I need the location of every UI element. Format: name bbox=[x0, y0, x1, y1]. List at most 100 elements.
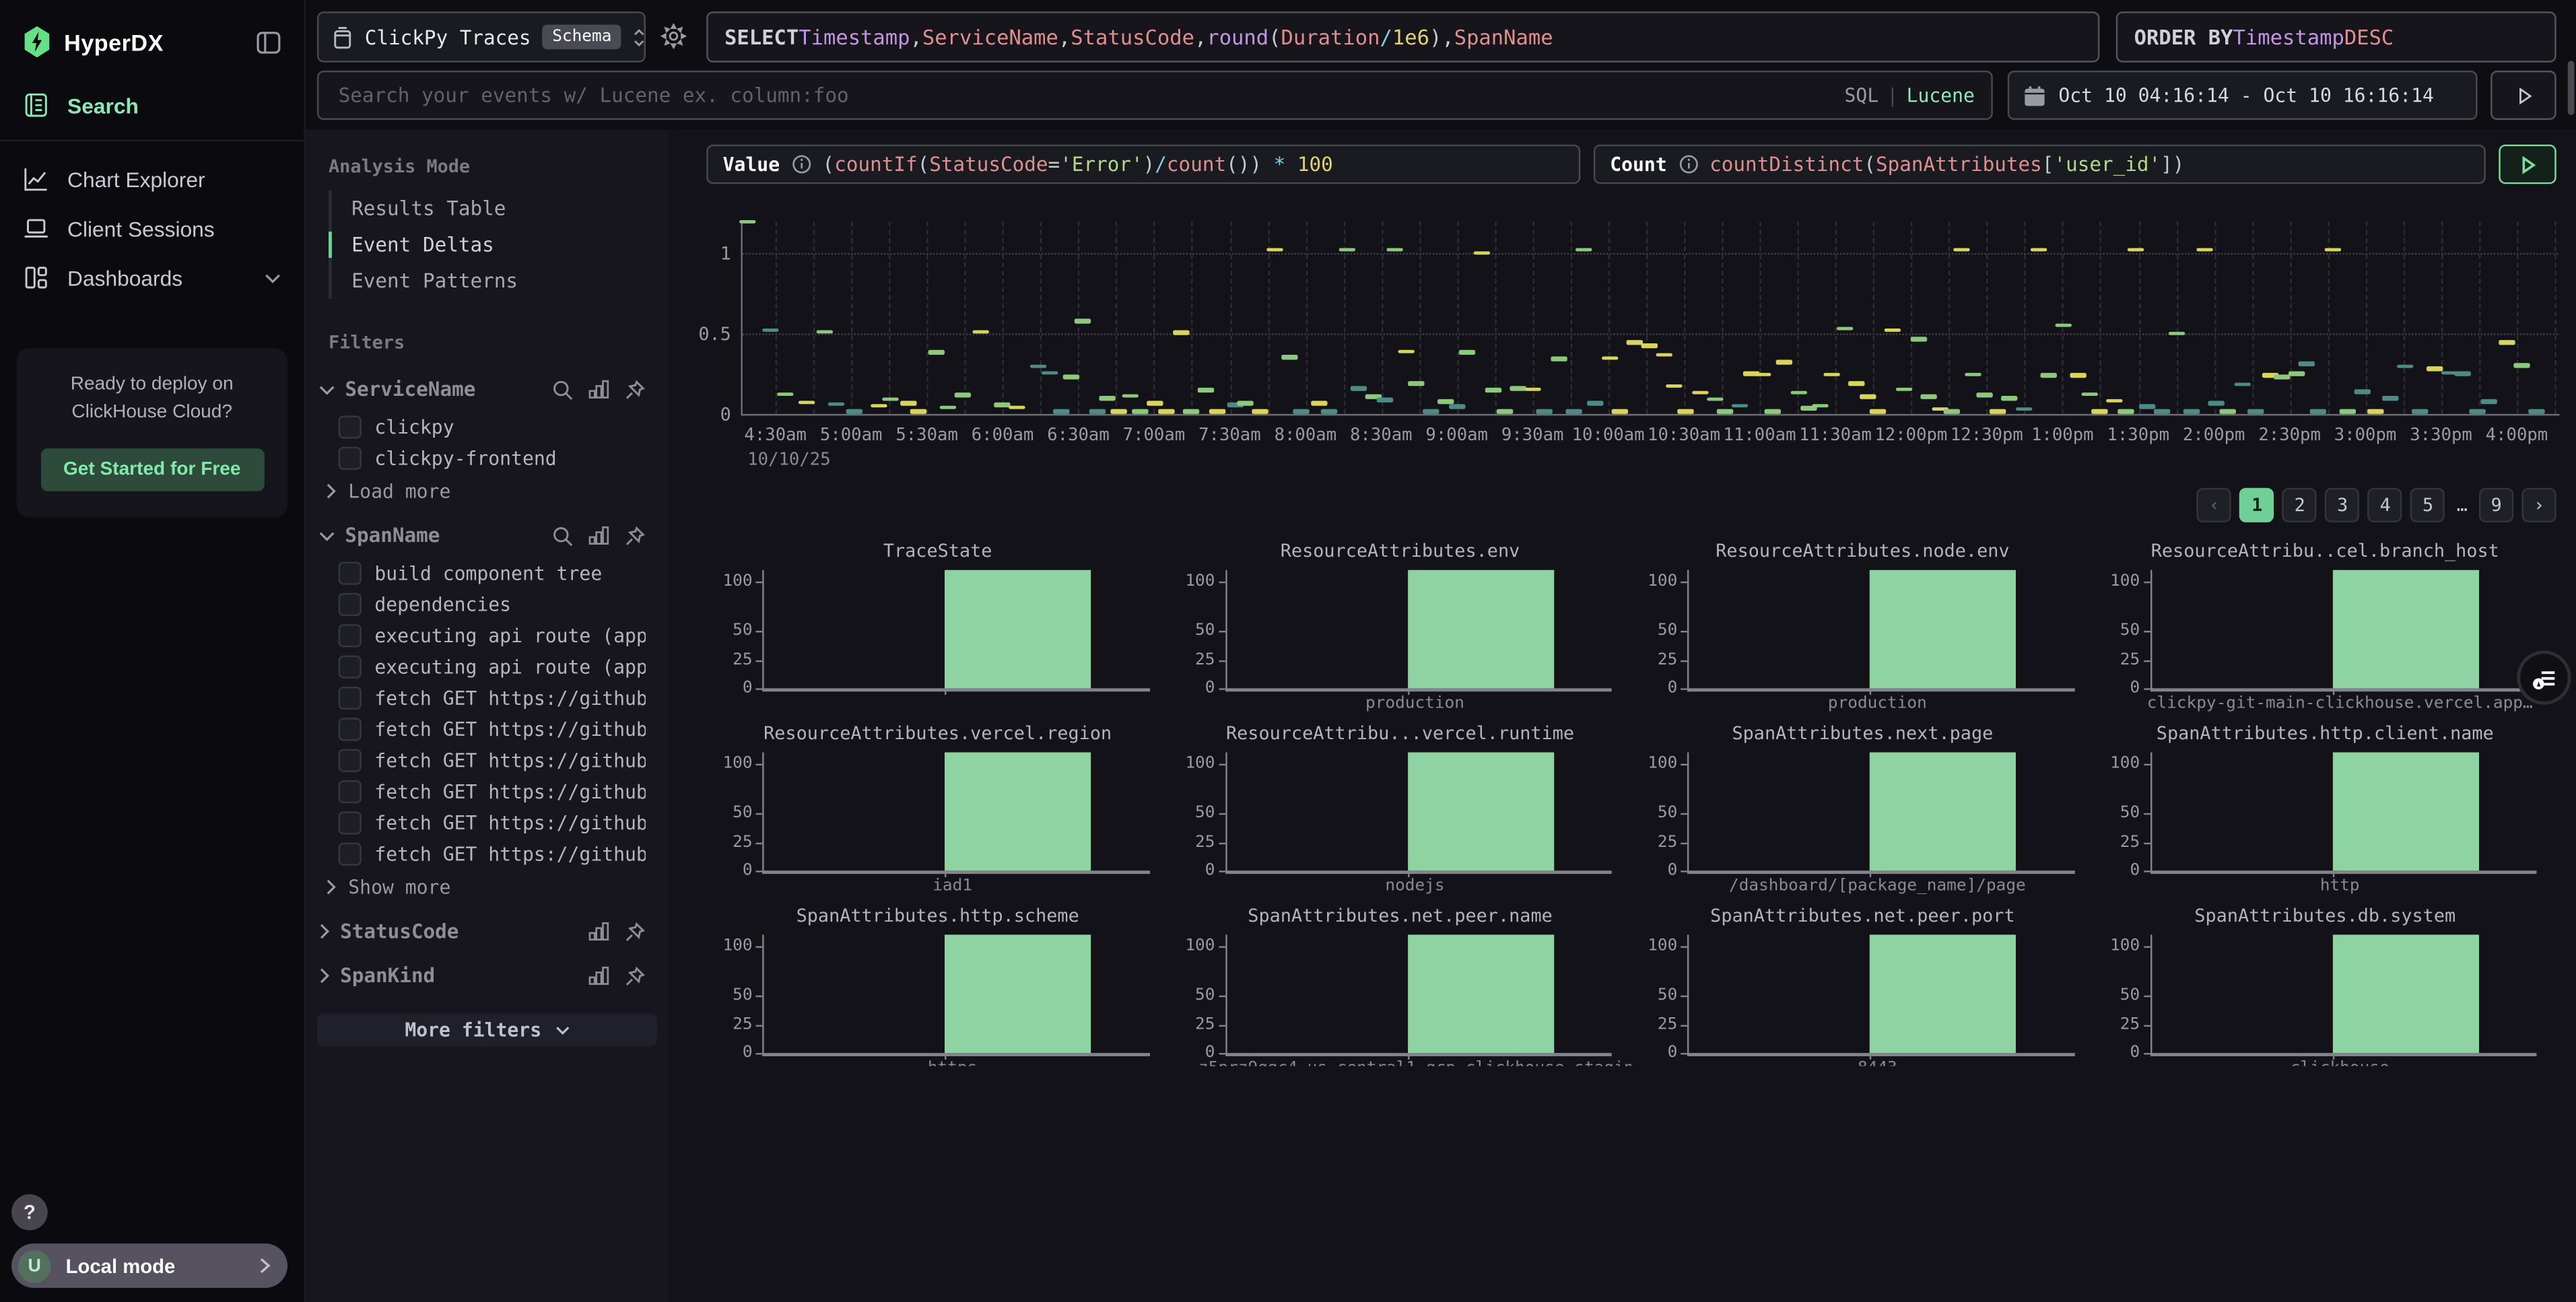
more-filters-button[interactable]: More filters bbox=[317, 1014, 657, 1047]
attribute-bar[interactable] bbox=[1870, 570, 2016, 689]
pin-icon[interactable] bbox=[624, 965, 646, 987]
checkbox[interactable] bbox=[339, 780, 362, 802]
source-select[interactable]: ClickPy Traces Schema bbox=[317, 11, 646, 63]
checkbox[interactable] bbox=[339, 717, 362, 740]
pagination-prev[interactable]: ‹ bbox=[2197, 488, 2231, 522]
checkbox[interactable] bbox=[339, 623, 362, 646]
filter-group-spankind[interactable]: SpanKind bbox=[306, 953, 669, 997]
delta-point bbox=[1122, 394, 1138, 398]
attribute-bar[interactable] bbox=[1407, 753, 1553, 871]
sidebar-collapse-icon[interactable] bbox=[257, 30, 281, 53]
mini-y-tick-mark bbox=[1218, 1053, 1225, 1054]
pagination-page-3[interactable]: 3 bbox=[2326, 488, 2360, 522]
select-query-editor[interactable]: SELECT Timestamp, ServiceName, StatusCod… bbox=[706, 11, 2099, 63]
delta-point bbox=[1943, 409, 1959, 413]
filter-option[interactable]: fetch GET https://github.… bbox=[306, 744, 669, 775]
delta-point bbox=[2513, 363, 2530, 367]
mini-y-tick-mark bbox=[755, 1053, 762, 1054]
gear-icon[interactable] bbox=[660, 23, 687, 49]
checkbox[interactable] bbox=[339, 654, 362, 677]
bars-icon[interactable] bbox=[588, 526, 610, 545]
checkbox[interactable] bbox=[339, 686, 362, 709]
attribute-bar[interactable] bbox=[945, 570, 1091, 689]
attribute-bar[interactable] bbox=[1870, 934, 2016, 1053]
scrollbar-thumb[interactable] bbox=[2568, 61, 2575, 115]
search-input[interactable] bbox=[335, 82, 1831, 108]
help-button[interactable]: ? bbox=[11, 1194, 48, 1231]
pin-icon[interactable] bbox=[624, 921, 646, 943]
checkbox[interactable] bbox=[339, 446, 362, 469]
attribute-bar[interactable] bbox=[1870, 753, 2016, 871]
order-by-editor[interactable]: ORDER BY Timestamp DESC bbox=[2116, 11, 2556, 63]
analysis-mode-event-deltas[interactable]: Event Deltas bbox=[332, 227, 669, 263]
checkbox[interactable] bbox=[339, 811, 362, 833]
checkbox[interactable] bbox=[339, 748, 362, 771]
bars-icon[interactable] bbox=[588, 966, 610, 986]
attribute-bar[interactable] bbox=[945, 934, 1091, 1053]
attribute-bar[interactable] bbox=[945, 753, 1091, 871]
date-range-picker[interactable]: Oct 10 04:16:14 - Oct 10 16:16:14 bbox=[2008, 71, 2478, 120]
deltas-chart-plot[interactable] bbox=[741, 221, 2559, 415]
sql-mode-option[interactable]: SQL bbox=[1845, 83, 1879, 106]
filter-option[interactable]: dependencies bbox=[306, 588, 669, 619]
sidebar-item-client-sessions[interactable]: Client Sessions bbox=[0, 204, 304, 253]
checkbox[interactable] bbox=[339, 842, 362, 865]
pagination-page-9[interactable]: 9 bbox=[2479, 488, 2513, 522]
query-language-toggle[interactable]: SQL|Lucene bbox=[1845, 83, 1975, 106]
filter-option[interactable]: fetch GET https://github.… bbox=[306, 776, 669, 807]
bars-icon[interactable] bbox=[588, 380, 610, 399]
filter-option[interactable]: fetch GET https://github.… bbox=[306, 837, 669, 868]
filter-group-spanname[interactable]: SpanName bbox=[306, 512, 669, 557]
attribute-bar[interactable] bbox=[1407, 570, 1553, 689]
filter-option[interactable]: clickpy-frontend bbox=[306, 442, 669, 473]
lucene-mode-option[interactable]: Lucene bbox=[1907, 83, 1975, 106]
magnifier-icon[interactable] bbox=[552, 525, 574, 547]
sidebar-item-dashboards[interactable]: Dashboards bbox=[0, 253, 304, 302]
mini-y-tick-label: 100 bbox=[1648, 755, 1677, 774]
delta-point bbox=[1340, 247, 1356, 251]
filter-group-servicename[interactable]: ServiceName bbox=[306, 366, 669, 411]
attribute-bar[interactable] bbox=[2332, 753, 2478, 871]
filter-option[interactable]: executing api route (app)… bbox=[306, 619, 669, 650]
local-mode-label: Local mode bbox=[66, 1254, 244, 1277]
checkbox[interactable] bbox=[339, 415, 362, 438]
sidebar-item-search[interactable]: Search bbox=[0, 81, 304, 130]
filter-option[interactable]: build component tree bbox=[306, 557, 669, 588]
attribute-bar[interactable] bbox=[2332, 570, 2478, 689]
sidebar-item-chart-explorer[interactable]: Chart Explorer bbox=[0, 154, 304, 203]
attribute-chart-title: SpanAttributes.net.peer.port bbox=[1631, 905, 2094, 926]
filter-group-statuscode[interactable]: StatusCode bbox=[306, 908, 669, 953]
filter-option[interactable]: fetch GET https://github.… bbox=[306, 713, 669, 744]
analysis-mode-event-patterns[interactable]: Event Patterns bbox=[332, 263, 669, 299]
delta-point bbox=[2248, 409, 2264, 413]
pagination-page-2[interactable]: 2 bbox=[2282, 488, 2317, 522]
pagination-page-1[interactable]: 1 bbox=[2240, 488, 2274, 522]
search-run-button[interactable] bbox=[2490, 71, 2556, 120]
filter-option[interactable]: fetch GET https://github.… bbox=[306, 807, 669, 837]
bars-icon[interactable] bbox=[588, 922, 610, 941]
checkbox[interactable] bbox=[339, 592, 362, 615]
show-more-link[interactable]: Show more bbox=[306, 869, 669, 909]
pagination-page-4[interactable]: 4 bbox=[2368, 488, 2402, 522]
x-axis-tick-label: 3:00pm bbox=[2334, 425, 2397, 445]
delta-point bbox=[2499, 341, 2515, 345]
attribute-bar[interactable] bbox=[2332, 934, 2478, 1053]
analysis-mode-results-table[interactable]: Results Table bbox=[332, 191, 669, 227]
attribute-bar[interactable] bbox=[1407, 934, 1553, 1053]
pagination-next[interactable]: › bbox=[2521, 488, 2556, 522]
analysis-mode-label: Analysis Mode bbox=[306, 130, 669, 191]
delta-point bbox=[1765, 409, 1781, 413]
pin-icon[interactable] bbox=[624, 378, 646, 400]
pin-icon[interactable] bbox=[624, 525, 646, 547]
get-started-button[interactable]: Get Started for Free bbox=[40, 448, 264, 490]
magnifier-icon[interactable] bbox=[552, 378, 574, 400]
local-mode-menu[interactable]: U Local mode bbox=[11, 1243, 287, 1288]
filter-option[interactable]: executing api route (app)… bbox=[306, 650, 669, 681]
filter-option[interactable]: clickpy bbox=[306, 411, 669, 442]
changelog-widget-button[interactable] bbox=[2517, 650, 2571, 705]
filter-option[interactable]: fetch GET https://github.… bbox=[306, 682, 669, 713]
checkbox[interactable] bbox=[339, 561, 362, 584]
load-more-link[interactable]: Load more bbox=[306, 473, 669, 513]
pagination-page-5[interactable]: 5 bbox=[2410, 488, 2445, 522]
delta-point bbox=[1042, 370, 1058, 374]
